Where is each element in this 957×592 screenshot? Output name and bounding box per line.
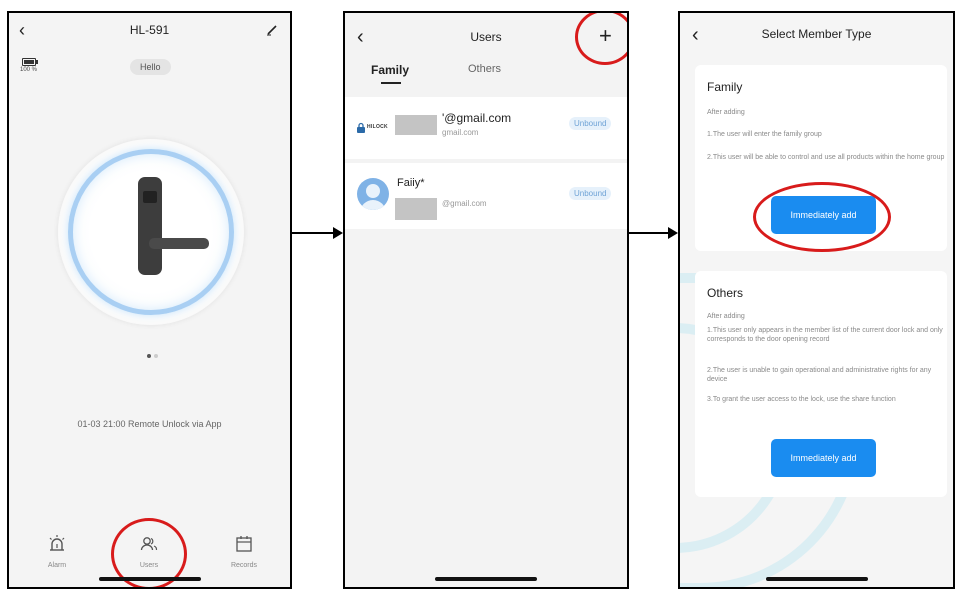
others-add-button[interactable]: Immediately add: [771, 439, 876, 477]
family-line: After adding: [707, 109, 745, 116]
pager-dot-active: [147, 354, 151, 358]
user-row[interactable]: HILOCK '@gmail.com gmail.com Unbound: [345, 97, 627, 159]
others-line: 2.The user is unable to gain operational…: [707, 367, 932, 383]
tab-alarm[interactable]: Alarm: [37, 534, 77, 569]
door-handle-image: [149, 238, 209, 249]
tab-family[interactable]: Family: [371, 63, 409, 77]
others-title: Others: [707, 286, 744, 300]
lock-home-screen: ‹ HL-591 100 % Hello 01-03 21:00 Remote …: [7, 11, 292, 589]
hilock-logo-icon: [355, 121, 367, 139]
edit-pencil-icon[interactable]: [266, 23, 278, 41]
lock-ring: [68, 149, 234, 315]
home-indicator: [765, 577, 868, 581]
status-badge: Unbound: [569, 187, 612, 200]
lock-display[interactable]: [58, 139, 244, 325]
avatar: [357, 178, 389, 210]
user-email: '@gmail.com: [442, 111, 512, 125]
highlight-circle-family-add: [753, 182, 891, 252]
redacted-block: [395, 115, 437, 135]
flow-arrow-2: [629, 232, 669, 234]
family-line: 1.The user will enter the family group: [707, 131, 822, 138]
status-badge: Unbound: [569, 117, 612, 130]
door-lock-image: [138, 177, 162, 275]
others-card: Others After adding 1.This user only app…: [695, 271, 947, 497]
family-line: 2.This user will be able to control and …: [707, 154, 945, 161]
tab-alarm-label: Alarm: [47, 562, 67, 569]
device-title: HL-591: [129, 23, 170, 37]
user-email-sub: gmail.com: [442, 128, 479, 137]
last-event-status: 01-03 21:00 Remote Unlock via App: [77, 419, 222, 429]
flow-arrow-2-head: [668, 227, 678, 239]
user-email-sub: @gmail.com: [442, 199, 487, 208]
flow-arrow-1: [292, 232, 334, 234]
family-card: Family After adding 1.The user will ente…: [695, 65, 947, 252]
redacted-block: [395, 198, 437, 220]
hilock-logo-text: HILOCK: [367, 124, 388, 130]
home-indicator: [98, 577, 201, 581]
greeting-pill: Hello: [130, 59, 171, 75]
others-line: After adding: [707, 313, 745, 320]
tab-records-label: Records: [230, 562, 258, 569]
others-line: 3.To grant the user access to the lock, …: [707, 396, 896, 403]
highlight-circle-add: [575, 13, 627, 65]
battery-level: 100 %: [20, 67, 38, 73]
page-title: Select Member Type: [761, 27, 872, 41]
users-screen: ‹ Users + Family Others HILOCK '@gmail.c…: [343, 11, 629, 589]
tab-family-underline: [381, 82, 401, 84]
home-indicator: [435, 577, 537, 581]
alarm-icon: [47, 534, 77, 554]
user-row[interactable]: Faiiy* @gmail.com Unbound: [345, 163, 627, 229]
user-name: Faiiy*: [397, 177, 425, 189]
tab-others[interactable]: Others: [468, 63, 501, 75]
tab-records[interactable]: Records: [222, 534, 266, 569]
others-line: 1.This user only appears in the member l…: [707, 327, 943, 343]
select-member-type-screen: ‹ Select Member Type Family After adding…: [678, 11, 955, 589]
battery-icon: [22, 58, 38, 66]
family-title: Family: [707, 80, 743, 94]
pager-dot: [154, 354, 158, 358]
flow-arrow-1-head: [333, 227, 343, 239]
calendar-icon: [234, 534, 266, 554]
